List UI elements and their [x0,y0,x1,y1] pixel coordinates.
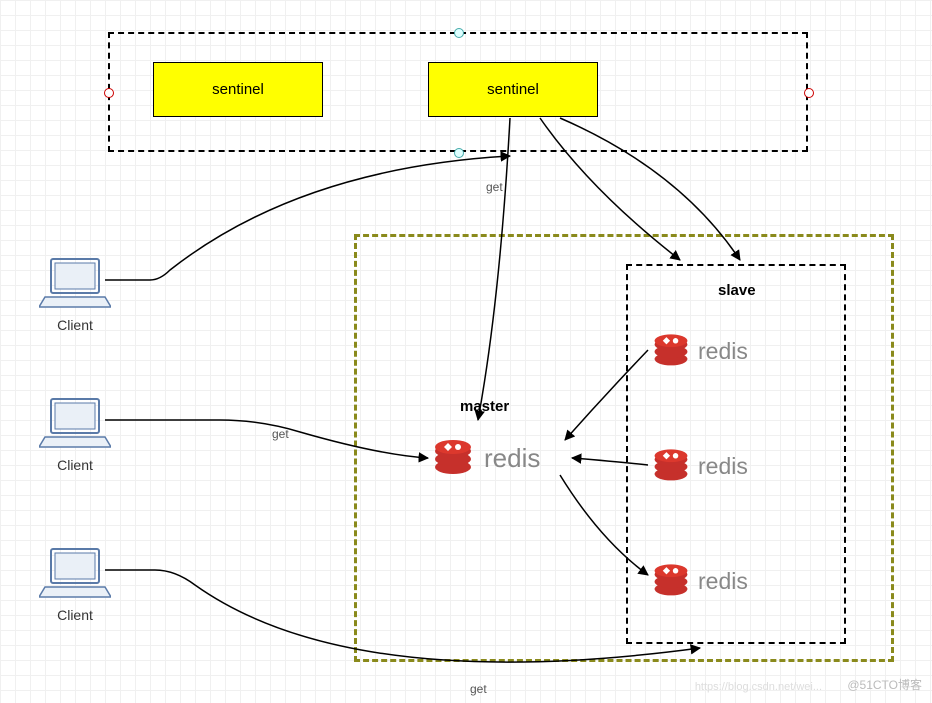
handle-left[interactable] [104,88,114,98]
edge-get-1: get [486,180,503,194]
laptop-icon [39,297,111,314]
client-1-label: Client [30,317,120,333]
client-3-label: Client [30,607,120,623]
diagram-canvas: sentinel sentinel master slave redis [0,0,932,703]
redis-icon [650,558,692,605]
redis-icon [650,328,692,375]
redis-slave-1: redis [650,325,810,377]
redis-icon [650,443,692,490]
laptop-icon [39,437,111,454]
sentinel-box-1: sentinel [153,62,323,117]
handle-right[interactable] [804,88,814,98]
client-3: Client [30,545,120,625]
redis-slave-2-text: redis [698,453,748,480]
sentinel-1-label: sentinel [212,81,264,98]
client-2-label: Client [30,457,120,473]
sentinel-box-2: sentinel [428,62,598,117]
laptop-icon [39,587,111,604]
watermark-csdn: https://blog.csdn.net/wei... [695,681,822,693]
redis-slave-1-text: redis [698,338,748,365]
redis-slave-3-text: redis [698,568,748,595]
edge-get-3: get [470,682,487,696]
watermark-51cto: @51CTO博客 [847,676,922,693]
edge-get-2: get [272,427,289,441]
sentinel-2-label: sentinel [487,81,539,98]
handle-bottom[interactable] [454,148,464,158]
redis-slave-3: redis [650,555,810,607]
handle-top[interactable] [454,28,464,38]
master-label: master [460,398,509,415]
client-2: Client [30,395,120,475]
redis-slave-2: redis [650,440,810,492]
redis-master: redis [430,428,590,488]
redis-master-text: redis [484,443,540,474]
client-1: Client [30,255,120,335]
redis-icon [430,433,476,484]
slave-label: slave [718,282,756,299]
